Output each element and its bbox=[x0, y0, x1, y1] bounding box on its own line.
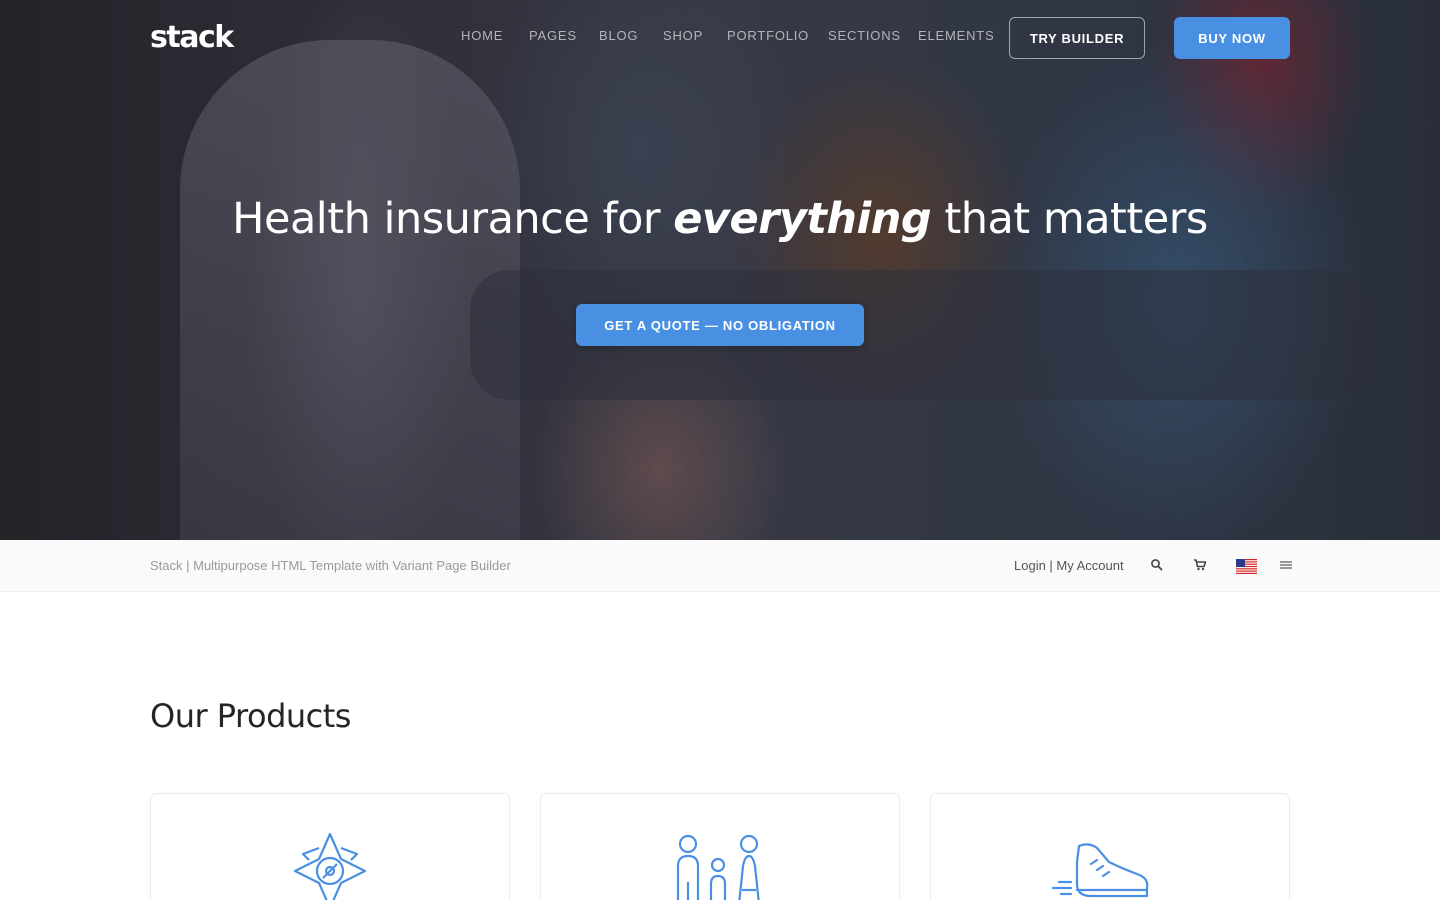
nav-blog[interactable]: Blog bbox=[599, 28, 638, 43]
nav-sections[interactable]: Sections bbox=[828, 28, 901, 43]
product-card[interactable] bbox=[930, 793, 1290, 900]
family-icon bbox=[676, 834, 760, 900]
running-shoe-icon bbox=[1051, 843, 1149, 898]
product-card[interactable] bbox=[150, 793, 510, 900]
nav-home[interactable]: Home bbox=[461, 28, 503, 43]
hero-title: Health insurance for everything that mat… bbox=[0, 194, 1440, 244]
product-card[interactable] bbox=[540, 793, 900, 900]
hero-title-end: that matters bbox=[944, 194, 1208, 244]
nav-shop[interactable]: Shop bbox=[663, 28, 703, 43]
hero-section: stack Home Pages Blog Shop Portfolio Sec… bbox=[0, 0, 1440, 540]
nav-portfolio[interactable]: Portfolio bbox=[727, 28, 809, 43]
cart-icon[interactable] bbox=[1193, 558, 1209, 574]
nav-pages[interactable]: Pages bbox=[529, 28, 577, 43]
hero-title-start: Health insurance for bbox=[232, 194, 661, 244]
nav-elements[interactable]: Elements bbox=[918, 28, 994, 43]
section-title-products: Our Products bbox=[150, 697, 351, 735]
get-quote-button[interactable]: Get a Quote — No Obligation bbox=[576, 304, 864, 346]
try-builder-button[interactable]: Try Builder bbox=[1009, 17, 1145, 59]
buy-now-button[interactable]: Buy Now bbox=[1174, 17, 1290, 59]
menu-icon[interactable] bbox=[1279, 558, 1295, 574]
hero-overlay bbox=[0, 0, 1440, 540]
us-flag-icon[interactable] bbox=[1236, 559, 1257, 574]
hero-title-emphasis: everything bbox=[673, 194, 932, 244]
secondary-bar: Stack | Multipurpose HTML Template with … bbox=[0, 540, 1440, 592]
site-tagline: Stack | Multipurpose HTML Template with … bbox=[150, 558, 511, 573]
compass-icon bbox=[293, 832, 367, 900]
account-links[interactable]: Login | My Account bbox=[1014, 558, 1124, 573]
search-icon[interactable] bbox=[1150, 558, 1166, 574]
